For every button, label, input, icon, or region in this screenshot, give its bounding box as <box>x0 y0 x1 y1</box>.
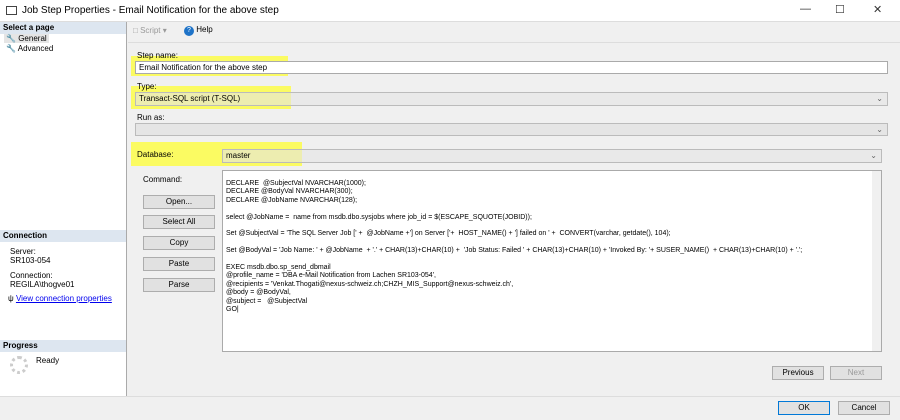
footer: OK Cancel <box>0 396 900 420</box>
view-connection-link[interactable]: ψ View connection properties <box>8 294 112 303</box>
chevron-down-icon: ⌄ <box>876 94 883 103</box>
type-label: Type: <box>137 82 157 91</box>
database-select[interactable]: master ⌄ <box>222 149 882 163</box>
chevron-down-icon: ⌄ <box>870 151 877 160</box>
page-general[interactable]: 🔧 General <box>4 34 49 43</box>
wrench-icon: 🔧 <box>6 34 16 43</box>
connection-header: Connection <box>0 230 126 242</box>
step-name-input[interactable]: Email Notification for the above step <box>135 61 888 74</box>
database-label: Database: <box>137 150 174 159</box>
window-title: Job Step Properties - Email Notification… <box>22 5 279 16</box>
close-button[interactable]: ✕ <box>873 3 882 16</box>
help-icon: ? <box>184 26 194 36</box>
connection-label: Connection: <box>10 271 53 280</box>
type-select[interactable]: Transact-SQL script (T-SQL) ⌄ <box>135 92 888 106</box>
page-advanced[interactable]: 🔧 Advanced <box>6 44 53 53</box>
progress-status: Ready <box>36 356 60 365</box>
window-icon <box>6 6 17 15</box>
previous-button[interactable]: Previous <box>772 366 824 380</box>
run-as-label: Run as: <box>137 113 165 122</box>
title-bar: Job Step Properties - Email Notification… <box>0 0 900 22</box>
run-as-select[interactable]: ⌄ <box>135 123 888 136</box>
progress-spinner-icon <box>10 356 28 374</box>
ok-button[interactable]: OK <box>778 401 830 415</box>
maximize-button[interactable]: ☐ <box>835 3 845 16</box>
left-panel: Select a page 🔧 General 🔧 Advanced Conne… <box>0 22 127 396</box>
minimize-button[interactable]: — <box>800 3 811 15</box>
server-label: Server: <box>10 247 36 256</box>
select-all-button[interactable]: Select All <box>143 215 215 229</box>
command-textarea[interactable]: DECLARE @SubjectVal NVARCHAR(1000); DECL… <box>222 170 882 352</box>
copy-button[interactable]: Copy <box>143 236 215 250</box>
step-name-label: Step name: <box>137 51 178 60</box>
script-button[interactable]: □ Script ▾ <box>133 26 167 35</box>
select-page-header: Select a page <box>0 22 126 34</box>
cancel-button[interactable]: Cancel <box>838 401 890 415</box>
plug-icon: ψ <box>8 294 14 303</box>
paste-button[interactable]: Paste <box>143 257 215 271</box>
progress-header: Progress <box>0 340 126 352</box>
open-button[interactable]: Open... <box>143 195 215 209</box>
toolbar-divider <box>128 42 900 43</box>
command-label: Command: <box>143 175 183 184</box>
wrench-icon: 🔧 <box>6 44 16 53</box>
parse-button[interactable]: Parse <box>143 278 215 292</box>
next-button[interactable]: Next <box>830 366 882 380</box>
help-button[interactable]: ? Help <box>184 25 213 36</box>
command-scrollbar[interactable] <box>872 171 881 351</box>
server-value: SR103-054 <box>10 256 51 265</box>
connection-value: REGILA\thogve01 <box>10 280 75 289</box>
chevron-down-icon: ⌄ <box>876 125 883 134</box>
